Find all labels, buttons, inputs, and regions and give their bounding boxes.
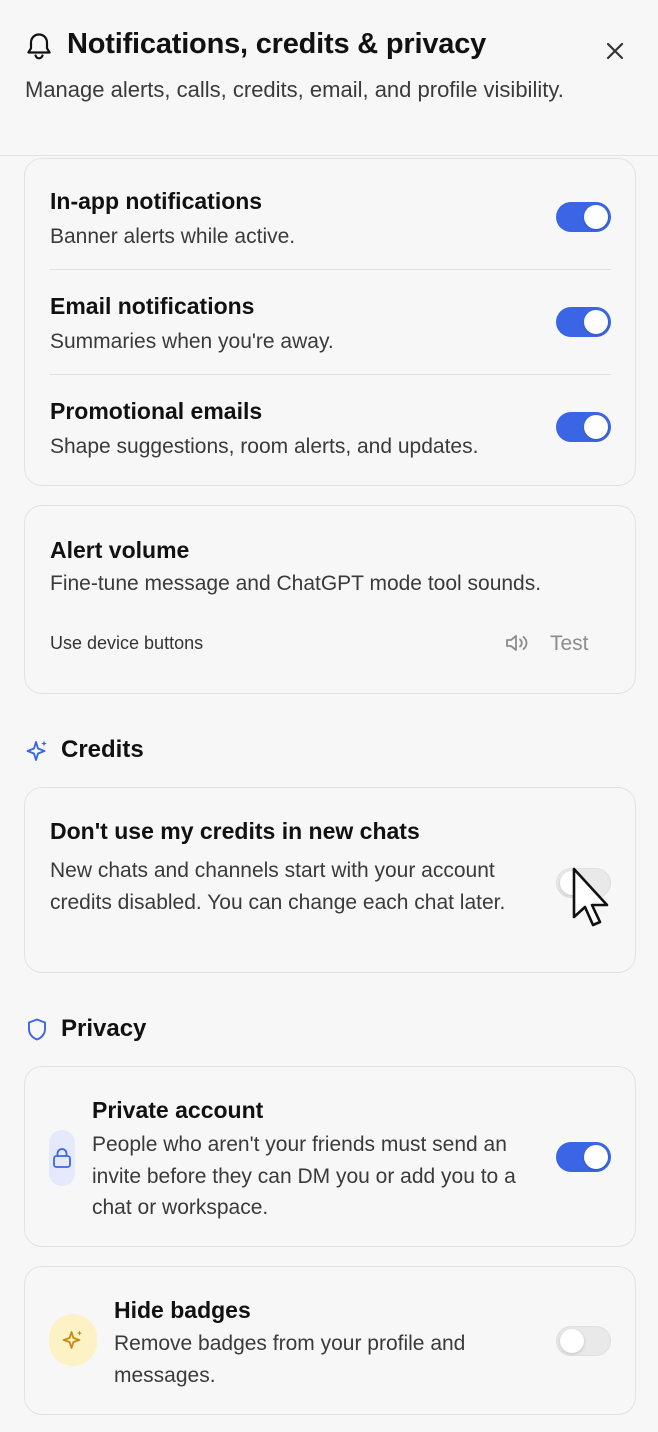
credits-card: Don't use my credits in new chats New ch… <box>24 787 636 973</box>
email-notifications-desc: Summaries when you're away. <box>50 330 334 353</box>
in-app-notifications-toggle[interactable] <box>556 202 611 232</box>
credits-section-header: Credits <box>25 736 225 766</box>
bell-icon <box>27 33 51 60</box>
notifications-card: In-app notifications Banner alerts while… <box>24 158 636 486</box>
private-account-toggle[interactable] <box>556 1142 611 1172</box>
test-sound-button[interactable]: Test <box>550 632 589 656</box>
mouse-cursor-icon <box>572 867 609 927</box>
toggle-knob <box>584 310 608 334</box>
promotional-emails-toggle[interactable] <box>556 412 611 442</box>
credits-section-title: Credits <box>61 736 144 763</box>
alert-volume-title: Alert volume <box>50 537 190 563</box>
alert-volume-card: Alert volume Fine-tune message and ChatG… <box>24 505 636 694</box>
speaker-icon <box>506 635 528 651</box>
in-app-notifications-title: In-app notifications <box>50 188 263 214</box>
hide-badges-toggle[interactable] <box>556 1326 611 1356</box>
alert-volume-desc: Fine-tune message and ChatGPT mode tool … <box>50 572 542 595</box>
credits-setting-desc: New chats and channels start with your a… <box>50 859 506 914</box>
toggle-knob <box>560 1329 584 1353</box>
privacy-section-title: Privacy <box>61 1015 147 1042</box>
divider <box>50 269 611 270</box>
promotional-emails-title: Promotional emails <box>50 398 263 424</box>
page-subtitle: Manage alerts, calls, credits, email, an… <box>25 77 564 102</box>
shield-icon <box>28 1018 46 1041</box>
promotional-emails-desc: Shape suggestions, room alerts, and upda… <box>50 435 479 458</box>
private-account-card: Private account People who aren't your f… <box>24 1066 636 1247</box>
hide-badges-title: Hide badges <box>114 1297 251 1323</box>
panel-header: Notifications, credits & privacy Manage … <box>0 0 658 156</box>
page-title: Notifications, credits & privacy <box>67 28 487 60</box>
sparkle-icon <box>62 1330 83 1349</box>
divider <box>50 374 611 375</box>
toggle-knob <box>584 205 608 229</box>
toggle-knob <box>584 415 608 439</box>
email-notifications-title: Email notifications <box>50 293 255 319</box>
private-account-desc: People who aren't your friends must send… <box>92 1133 516 1219</box>
privacy-section-header: Privacy <box>25 1015 225 1045</box>
settings-panel: Notifications, credits & privacy Manage … <box>0 0 658 1432</box>
lock-icon <box>53 1148 71 1168</box>
sparkle-icon-badge <box>49 1314 97 1366</box>
hide-badges-card: Hide badges Remove badges from your prof… <box>24 1266 636 1415</box>
private-account-title: Private account <box>92 1097 264 1123</box>
sparkle-icon <box>26 740 47 761</box>
in-app-notifications-desc: Banner alerts while active. <box>50 225 296 248</box>
lock-icon-badge <box>49 1130 75 1186</box>
toggle-knob <box>584 1145 608 1169</box>
email-notifications-toggle[interactable] <box>556 307 611 337</box>
close-icon[interactable] <box>601 37 629 65</box>
hide-badges-desc: Remove badges from your profile and mess… <box>114 1332 466 1387</box>
device-buttons-label: Use device buttons <box>50 633 204 653</box>
credits-setting-title: Don't use my credits in new chats <box>50 818 420 844</box>
